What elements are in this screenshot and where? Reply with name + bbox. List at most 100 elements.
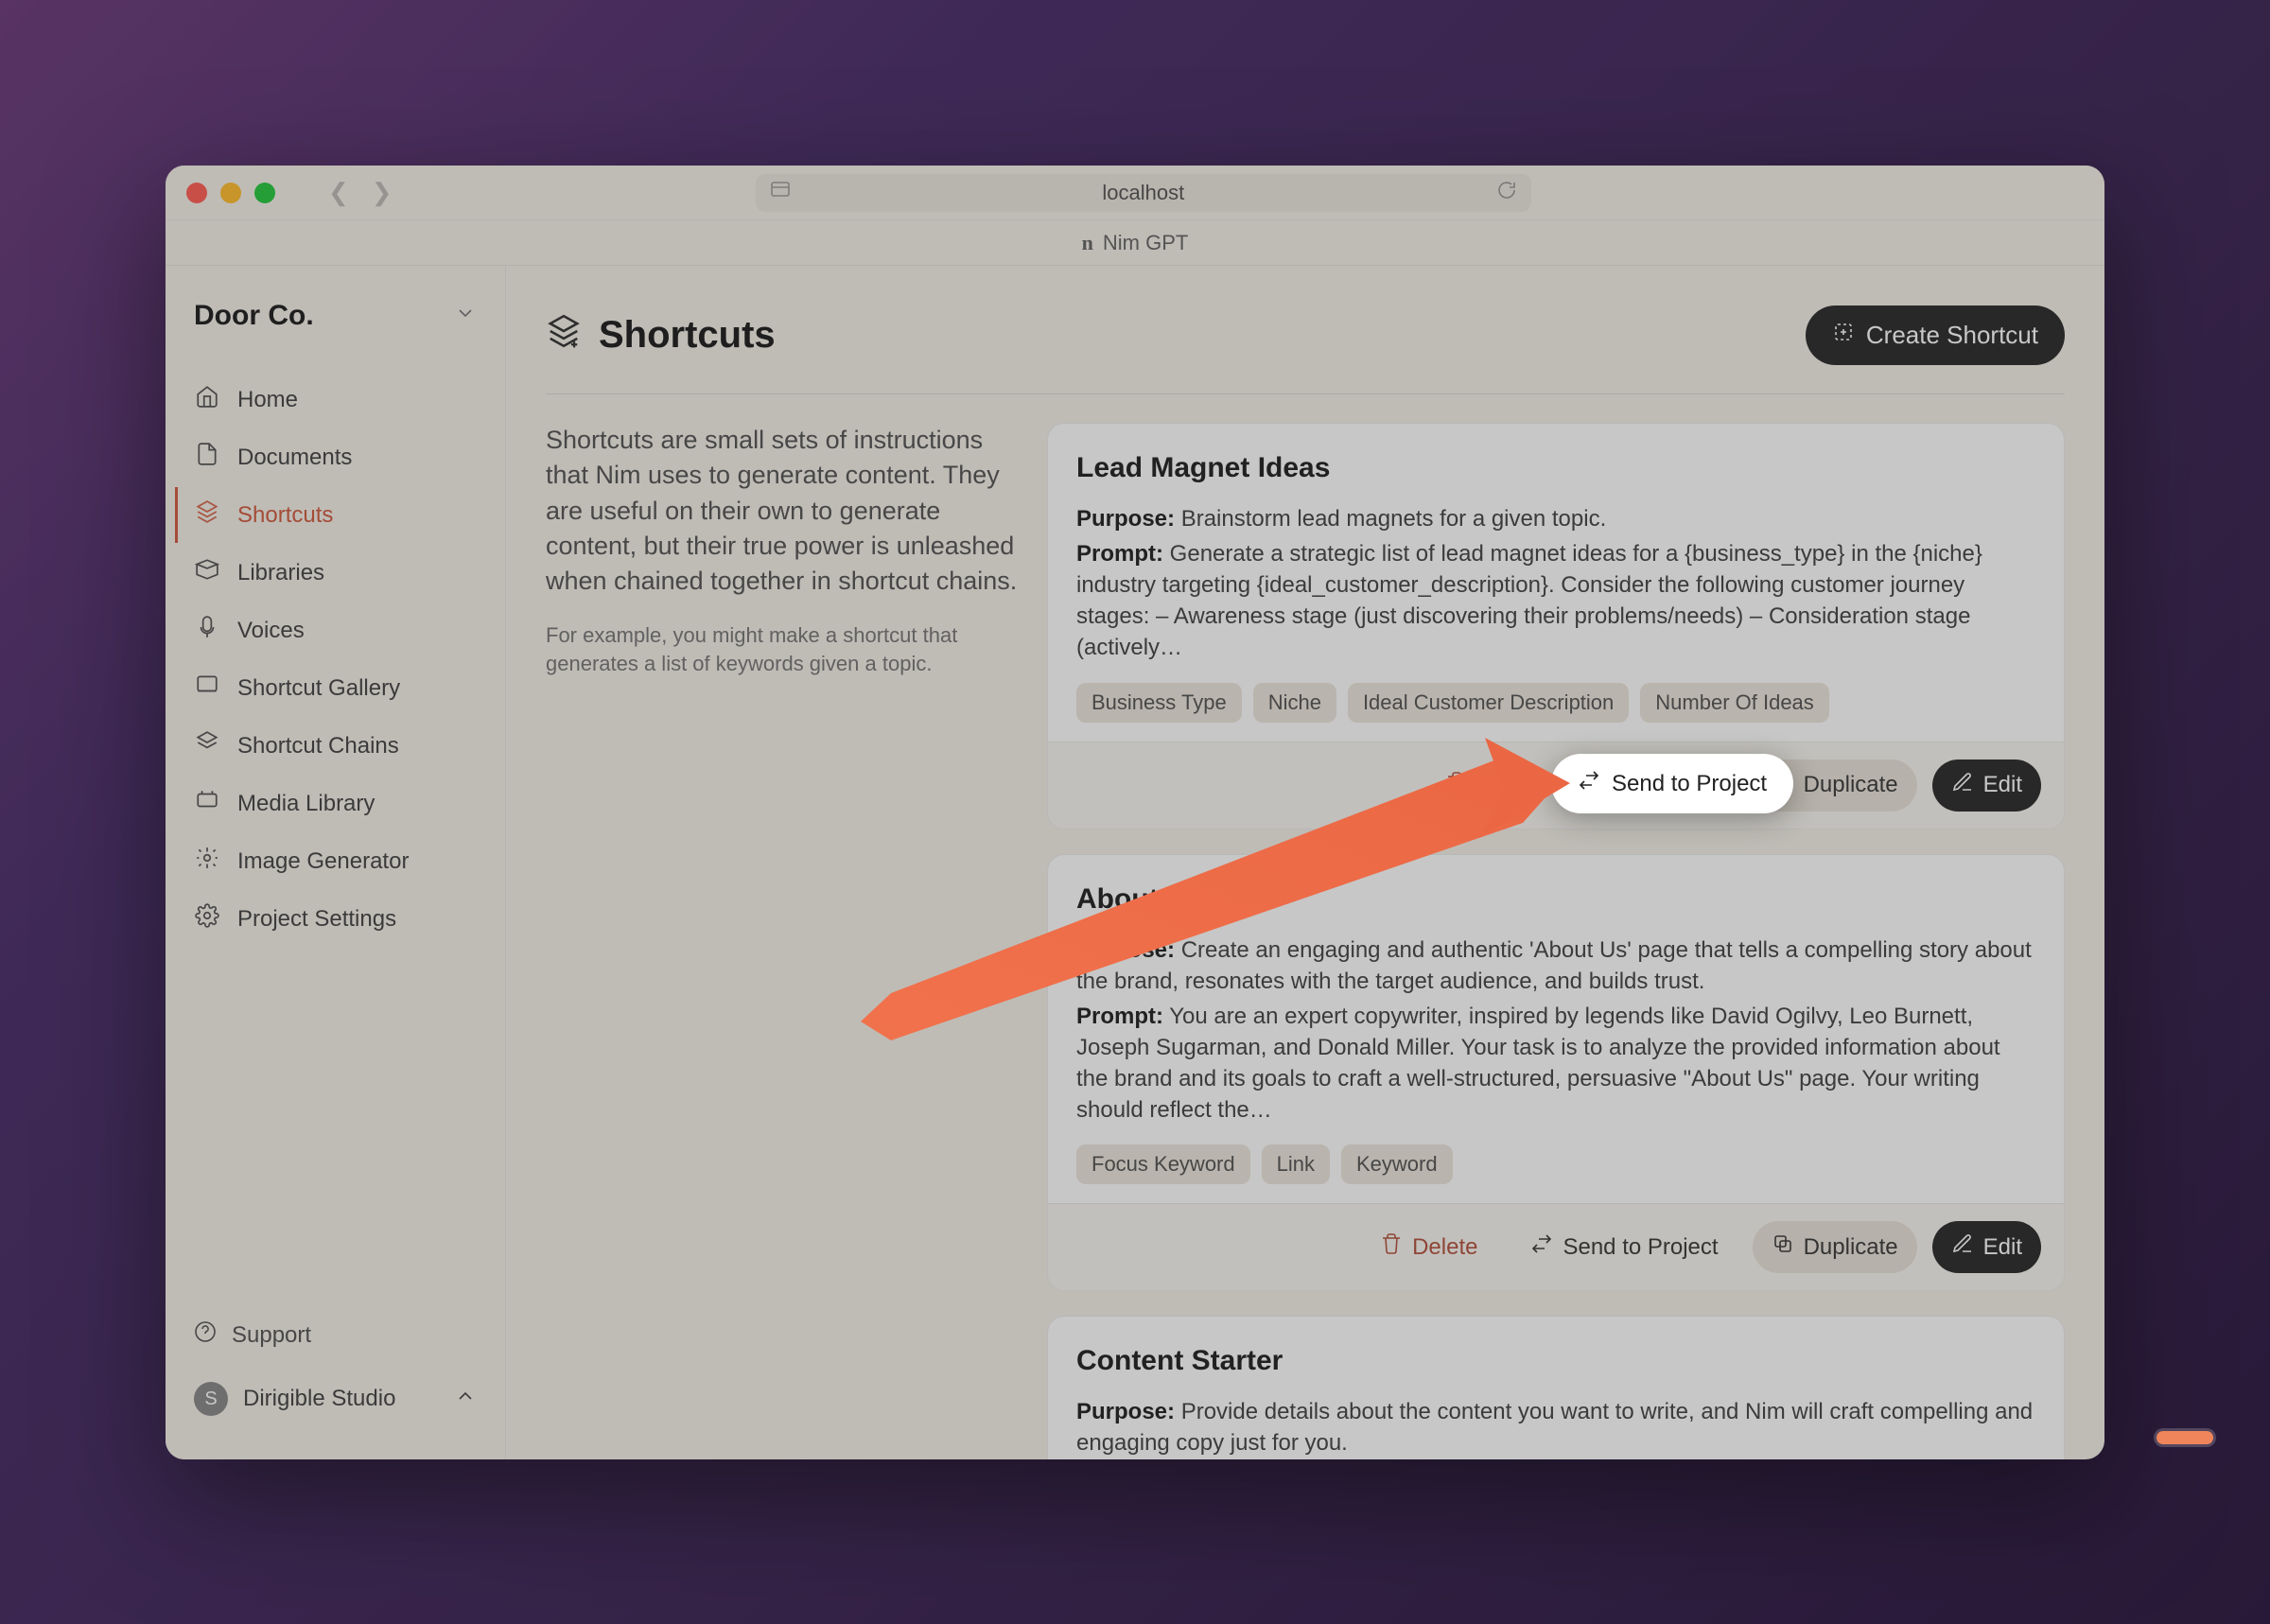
tags-row: Business Type Niche Ideal Customer Descr…: [1076, 683, 2035, 723]
sidebar-item-label: Shortcut Gallery: [237, 675, 400, 702]
edit-button[interactable]: Edit: [1932, 1221, 2041, 1273]
tutorial-highlight-send-to-project[interactable]: Send to Project: [1551, 754, 1793, 813]
page-title: Shortcuts: [599, 314, 776, 357]
tag[interactable]: Ideal Customer Description: [1348, 683, 1629, 723]
send-icon: [1578, 769, 1600, 798]
sidebar-item-documents[interactable]: Documents: [175, 429, 496, 485]
account-switcher[interactable]: S Dirigible Studio: [166, 1363, 505, 1435]
duplicate-icon: [1772, 1232, 1794, 1262]
sidebar-item-label: Media Library: [237, 791, 375, 817]
tutorial-progress-indicator: [2156, 1431, 2213, 1444]
sidebar-item-home[interactable]: Home: [175, 372, 496, 428]
shortcut-card: Content Starter Purpose: Provide details…: [1047, 1316, 2065, 1459]
sidebar-item-label: Libraries: [237, 560, 324, 586]
gear-icon: [194, 903, 220, 934]
tags-row: Focus Keyword Link Keyword: [1076, 1144, 2035, 1184]
tab-strip: n Nim GPT: [166, 220, 2104, 266]
sidebar-item-label: Voices: [237, 618, 305, 644]
documents-icon: [194, 442, 220, 473]
sidebar-item-project-settings[interactable]: Project Settings: [175, 891, 496, 947]
card-purpose: Brainstorm lead magnets for a given topi…: [1181, 506, 1607, 532]
chevron-up-icon: [454, 1385, 477, 1414]
purpose-label: Purpose:: [1076, 506, 1175, 532]
support-label: Support: [232, 1322, 311, 1349]
chevron-down-icon: [454, 302, 477, 330]
edit-icon: [1951, 771, 1974, 800]
tag[interactable]: Niche: [1253, 683, 1336, 723]
card-actions: Delete Send to Project Duplicate: [1048, 1203, 2064, 1290]
card-purpose: Create an engaging and authentic 'About …: [1076, 937, 2032, 994]
app-window: ❮ ❯ localhost n Nim GPT Door Co.: [166, 166, 2104, 1459]
sidebar-item-label: Image Generator: [237, 848, 409, 875]
chains-icon: [194, 730, 220, 761]
sidebar-item-shortcut-chains[interactable]: Shortcut Chains: [175, 718, 496, 774]
traffic-lights: [186, 183, 275, 203]
sidebar-item-shortcuts[interactable]: Shortcuts: [175, 487, 496, 543]
card-prompt: Generate a strategic list of lead magnet…: [1076, 541, 1982, 660]
prompt-label: Prompt:: [1076, 1004, 1163, 1029]
url-bar[interactable]: localhost: [756, 174, 1531, 212]
image-generator-icon: [194, 846, 220, 877]
back-button[interactable]: ❮: [328, 178, 349, 207]
card-purpose: Provide details about the content you wa…: [1076, 1399, 2033, 1456]
create-label: Create Shortcut: [1866, 321, 2038, 350]
url-text: localhost: [1102, 181, 1184, 205]
tag[interactable]: Number Of Ideas: [1640, 683, 1829, 723]
card-title: Lead Magnet Ideas: [1076, 452, 2035, 484]
close-window-button[interactable]: [186, 183, 207, 203]
workspace-switcher[interactable]: Door Co.: [166, 290, 505, 360]
sidebar-item-media-library[interactable]: Media Library: [175, 776, 496, 831]
delete-button[interactable]: Delete: [1361, 1221, 1496, 1273]
account-name: Dirigible Studio: [243, 1386, 395, 1412]
sidebar-item-shortcut-gallery[interactable]: Shortcut Gallery: [175, 660, 496, 716]
description-column: Shortcuts are small sets of instructions…: [546, 423, 1019, 1459]
send-to-project-button[interactable]: Send to Project: [1511, 1221, 1737, 1273]
gallery-icon: [194, 672, 220, 704]
tag[interactable]: Business Type: [1076, 683, 1242, 723]
edit-button[interactable]: Edit: [1932, 760, 2041, 812]
forward-button[interactable]: ❯: [372, 178, 393, 207]
nav-arrows: ❮ ❯: [328, 178, 393, 207]
sidebar-item-label: Project Settings: [237, 906, 396, 933]
reload-icon[interactable]: [1495, 179, 1518, 206]
duplicate-button[interactable]: Duplicate: [1753, 1221, 1917, 1273]
delete-button[interactable]: Delete: [1426, 760, 1496, 812]
trash-icon: [1380, 1232, 1403, 1262]
tag[interactable]: Focus Keyword: [1076, 1144, 1250, 1184]
sidebar-item-image-generator[interactable]: Image Generator: [175, 833, 496, 889]
titlebar: ❮ ❯ localhost: [166, 166, 2104, 220]
tab-favicon: n: [1082, 231, 1093, 255]
trash-icon: [1445, 771, 1468, 800]
prompt-label: Prompt:: [1076, 541, 1163, 567]
tab-label[interactable]: Nim GPT: [1103, 231, 1188, 255]
support-link[interactable]: Support: [166, 1307, 505, 1363]
send-icon: [1530, 771, 1553, 800]
shortcut-card: About Us Page Purpose: Create an engagin…: [1047, 854, 2065, 1292]
tag[interactable]: Link: [1262, 1144, 1330, 1184]
create-shortcut-button[interactable]: Create Shortcut: [1806, 306, 2065, 365]
page-description-sub: For example, you might make a shortcut t…: [546, 621, 1019, 677]
site-settings-icon[interactable]: [769, 179, 792, 206]
purpose-label: Purpose:: [1076, 1399, 1175, 1424]
shortcuts-page-icon: [546, 313, 582, 358]
sidebar-item-libraries[interactable]: Libraries: [175, 545, 496, 601]
page-description: Shortcuts are small sets of instructions…: [546, 423, 1019, 599]
sidebar-item-voices[interactable]: Voices: [175, 602, 496, 658]
send-icon: [1530, 1232, 1553, 1262]
create-icon: [1832, 321, 1855, 350]
nav-list: Home Documents Shortcuts Libraries Voice…: [166, 360, 505, 958]
help-icon: [194, 1320, 217, 1350]
libraries-icon: [194, 557, 220, 588]
fullscreen-window-button[interactable]: [254, 183, 275, 203]
tag[interactable]: Keyword: [1341, 1144, 1453, 1184]
sidebar-item-label: Shortcut Chains: [237, 733, 399, 760]
card-title: Content Starter: [1076, 1345, 2035, 1377]
card-title: About Us Page: [1076, 883, 2035, 916]
voices-icon: [194, 615, 220, 646]
main-content: Shortcuts Create Shortcut Shortcuts are …: [506, 266, 2104, 1459]
page-header: Shortcuts Create Shortcut: [546, 306, 2065, 394]
shortcuts-icon: [194, 499, 220, 531]
purpose-label: Purpose:: [1076, 937, 1175, 963]
minimize-window-button[interactable]: [220, 183, 241, 203]
card-prompt: You are an expert copywriter, inspired b…: [1076, 1004, 2000, 1123]
